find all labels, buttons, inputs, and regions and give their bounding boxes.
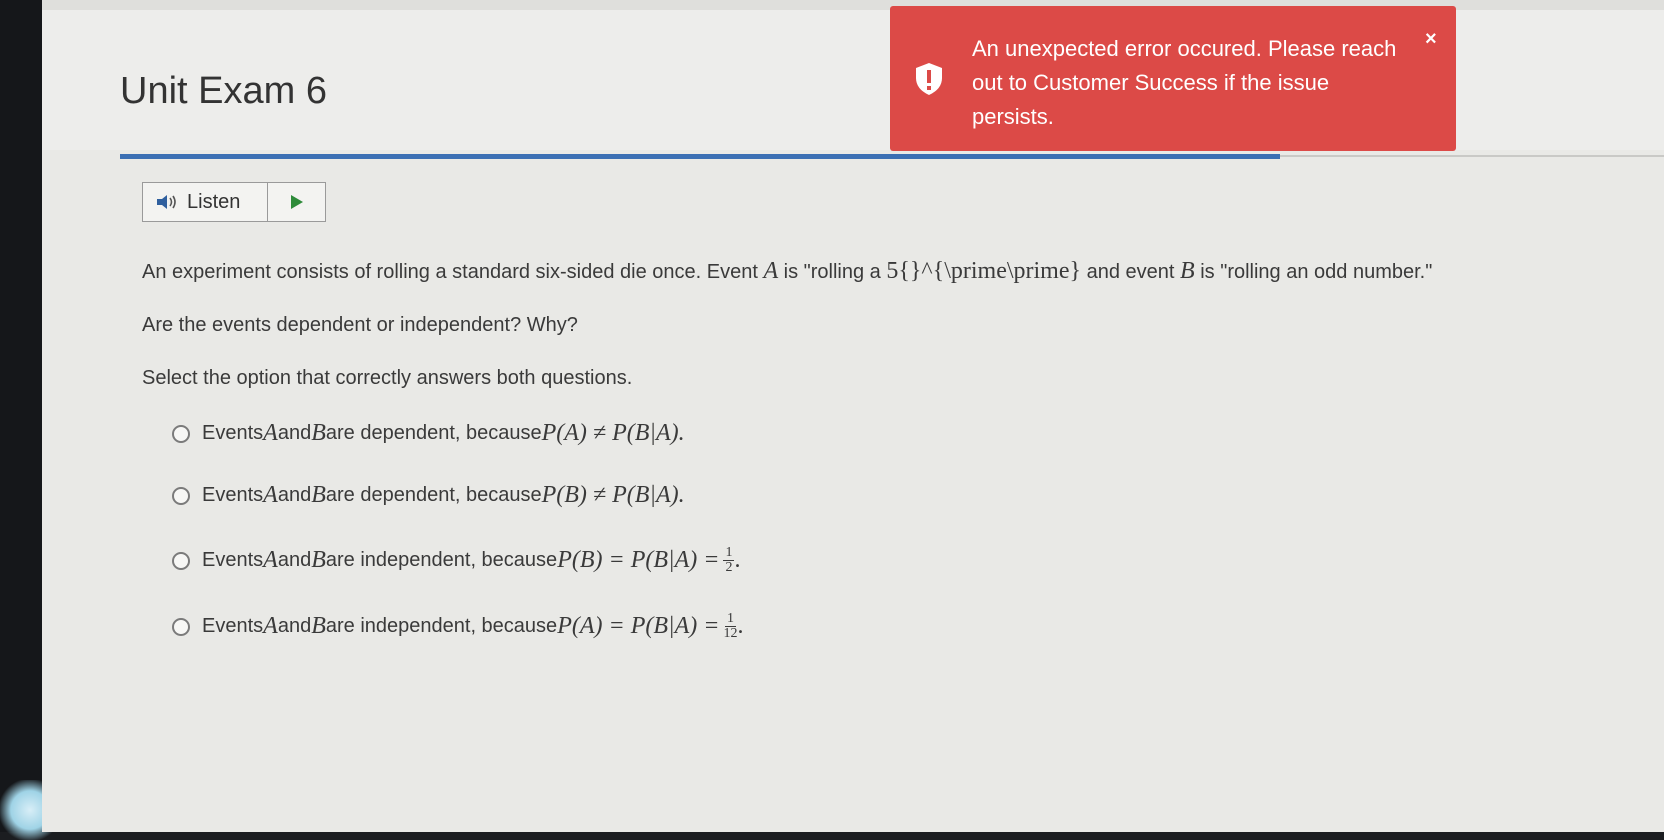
alert-shield-icon <box>916 63 942 95</box>
question-line-3: Select the option that correctly answers… <box>142 367 633 389</box>
option-text: and <box>277 615 312 637</box>
fraction: 12 <box>723 545 735 575</box>
option-text: Events <box>202 422 264 444</box>
option-text: and <box>277 484 312 506</box>
option-text: and <box>277 549 312 571</box>
option-var-b: B <box>311 420 326 446</box>
option-var-a: A <box>263 613 278 639</box>
error-message: An unexpected error occured. Please reac… <box>972 36 1397 129</box>
option-text: and <box>277 422 312 444</box>
option-var-b: B <box>311 547 326 573</box>
play-icon <box>290 195 303 209</box>
answer-option-4[interactable]: Events A and B are independent, because … <box>172 612 743 641</box>
option-math: P(B) ≠ P(B|A). <box>541 482 685 508</box>
prompt-text-4: is "rolling an odd number." <box>1194 261 1433 283</box>
option-var-a: A <box>263 420 278 446</box>
option-text: Events <box>202 549 264 571</box>
prompt-text-3: and event <box>1081 261 1180 283</box>
option-math: P(A) ≠ P(B|A). <box>541 420 685 446</box>
question-line-2: Are the events dependent or independent?… <box>142 314 578 336</box>
fraction-denominator: 2 <box>725 560 733 575</box>
option-text: are independent, because <box>325 615 558 637</box>
monitor-bezel <box>0 0 42 832</box>
close-icon[interactable]: × <box>1425 28 1437 51</box>
option-text: are independent, because <box>325 549 558 571</box>
option-suffix: . <box>734 547 741 573</box>
prompt-math: 5{}^{\prime\prime} <box>886 258 1082 284</box>
fraction: 1 12 <box>723 612 737 641</box>
radio-button[interactable] <box>172 551 190 570</box>
error-toast: An unexpected error occured. Please reac… <box>890 6 1456 151</box>
fraction-numerator: 1 <box>723 545 735 561</box>
radio-button[interactable] <box>172 486 190 505</box>
listen-button[interactable]: Listen <box>143 183 268 221</box>
fraction-numerator: 1 <box>724 611 736 627</box>
option-text: are dependent, because <box>325 422 542 444</box>
question-prompt: An experiment consists of rolling a stan… <box>142 258 1662 285</box>
listen-label: Listen <box>187 190 241 213</box>
prompt-text-1: An experiment consists of rolling a stan… <box>142 261 764 283</box>
radio-button[interactable] <box>172 617 190 636</box>
play-button[interactable] <box>268 183 325 221</box>
fraction-denominator: 12 <box>723 626 738 641</box>
page-title: Unit Exam 6 <box>120 70 327 112</box>
prompt-var-a: A <box>763 258 779 284</box>
option-math: P(B) = P(B|A) = <box>557 547 720 573</box>
prompt-text-2: is "rolling a <box>778 261 887 283</box>
answer-option-2[interactable]: Events A and B are dependent, because P(… <box>172 482 685 509</box>
option-var-a: A <box>263 482 278 508</box>
option-text: Events <box>202 615 264 637</box>
option-math: P(A) = P(B|A) = <box>557 613 720 639</box>
answer-option-3[interactable]: Events A and B are independent, because … <box>172 546 740 575</box>
option-var-a: A <box>263 547 278 573</box>
radio-button[interactable] <box>172 424 190 443</box>
exam-screen: Unit Exam 6 Listen An experiment consist… <box>42 0 1664 832</box>
answer-option-1[interactable]: Events A and B are dependent, because P(… <box>172 420 685 447</box>
option-suffix: . <box>737 613 744 639</box>
prompt-var-b: B <box>1179 258 1195 284</box>
title-accent-bar <box>120 154 1280 159</box>
option-var-b: B <box>311 482 326 508</box>
listen-player: Listen <box>142 182 326 222</box>
option-text: are dependent, because <box>325 484 542 506</box>
option-text: Events <box>202 484 264 506</box>
speaker-icon <box>157 195 176 209</box>
option-var-b: B <box>311 613 326 639</box>
